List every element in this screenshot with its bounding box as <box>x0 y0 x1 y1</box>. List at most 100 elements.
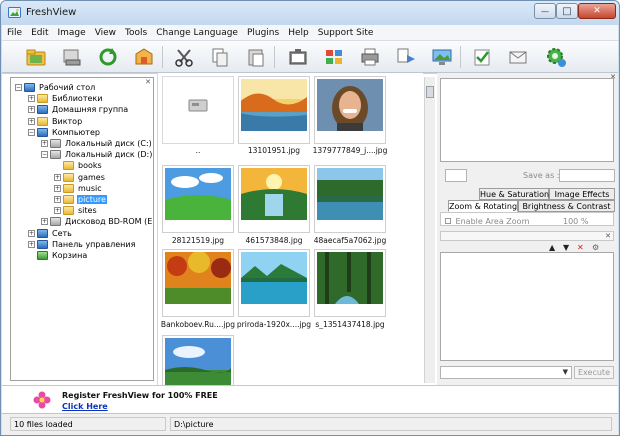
tree-node-label: games <box>78 172 105 182</box>
move-down-icon[interactable]: ▼ <box>563 243 569 252</box>
scanner-button[interactable] <box>58 44 85 70</box>
tree-node[interactable]: − Компьютер <box>28 127 101 138</box>
folder-icon <box>37 116 48 126</box>
tree-node-label: Сеть <box>52 228 72 238</box>
tab-image-effects[interactable]: Image Effects <box>549 188 615 200</box>
scrollbar-thumb[interactable] <box>426 86 434 98</box>
system-folder-icon <box>24 83 35 92</box>
menu-file[interactable]: File <box>7 25 22 41</box>
edit-panel: ✕ Save as : Hue & Saturation Image Effec… <box>437 73 618 385</box>
thumbnail[interactable] <box>162 335 234 385</box>
size-input[interactable] <box>445 169 467 182</box>
expand-icon[interactable]: + <box>54 207 61 215</box>
title-bar[interactable]: FreshView — □ ✕ <box>1 1 619 25</box>
thumbnail[interactable] <box>238 76 310 144</box>
thumbnail[interactable] <box>314 165 386 233</box>
tree-node[interactable]: + picture <box>54 194 107 205</box>
thumbnails-button[interactable] <box>320 44 347 70</box>
script-select[interactable]: ▼ <box>440 366 572 379</box>
expand-icon[interactable]: + <box>28 240 35 248</box>
collapse-icon[interactable]: − <box>41 151 48 159</box>
folder-tree[interactable]: ✕ − Рабочий стол + Библиотеки + Домашняя груп… <box>10 77 154 381</box>
expand-icon[interactable]: + <box>54 184 61 192</box>
expand-icon[interactable]: + <box>28 95 35 103</box>
menu-edit[interactable]: Edit <box>31 25 48 41</box>
thumbnail-grid[interactable]: .. 13101951.jpg 1379777849_j....jpg 2812151… <box>157 73 423 385</box>
tree-node[interactable]: − Локальный диск (D:) <box>41 149 153 160</box>
expand-icon[interactable]: + <box>54 196 61 203</box>
wallpaper-button[interactable] <box>428 44 455 70</box>
layers-list[interactable] <box>440 252 614 361</box>
collapse-icon[interactable]: − <box>28 128 35 136</box>
thumbnail[interactable] <box>314 76 386 144</box>
check-button[interactable] <box>468 44 495 70</box>
tree-node[interactable]: Корзина <box>28 250 88 261</box>
minimize-button[interactable]: — <box>534 3 556 19</box>
tree-node[interactable]: + Библиотеки <box>28 93 103 104</box>
tree-node[interactable]: + Домашняя группа <box>28 104 129 115</box>
zoom-value[interactable]: 100 % <box>563 217 588 225</box>
tree-node[interactable]: books <box>54 160 103 171</box>
execute-button[interactable]: Execute <box>574 366 614 379</box>
thumbnail[interactable] <box>162 165 234 233</box>
save-as-input[interactable] <box>559 169 615 182</box>
print-button[interactable] <box>356 44 383 70</box>
minimize-icon: — <box>541 6 549 16</box>
layers-close-icon[interactable]: ✕ <box>605 232 611 240</box>
expand-icon[interactable]: + <box>28 117 35 125</box>
preview-box <box>440 78 614 162</box>
system-folder-icon <box>37 239 48 249</box>
expand-icon[interactable]: + <box>54 173 61 181</box>
send-mail-button[interactable] <box>504 44 531 70</box>
thumbnail[interactable] <box>314 249 386 317</box>
menu-support-site[interactable]: Support Site <box>318 25 374 41</box>
register-link[interactable]: Click Here <box>62 402 108 411</box>
tab-hue-saturation[interactable]: Hue & Saturation <box>479 188 549 200</box>
plugins-gear-button[interactable] <box>542 44 569 70</box>
move-up-icon[interactable]: ▲ <box>549 243 555 252</box>
explorer-button[interactable] <box>130 44 157 70</box>
tree-node[interactable]: + Локальный диск (C:) <box>41 138 153 149</box>
thumbnail-scrollbar[interactable] <box>424 77 435 383</box>
menu-tools[interactable]: Tools <box>125 25 147 41</box>
tree-node[interactable]: + sites <box>54 205 98 216</box>
tree-node[interactable]: + Виктор <box>28 116 83 127</box>
maximize-button[interactable]: □ <box>556 3 578 19</box>
settings-icon[interactable]: ⚙ <box>592 243 599 252</box>
zoom-options: Enable Area Zoom 100 % <box>440 212 614 226</box>
thumbnail[interactable] <box>238 249 310 317</box>
layers-header: ✕ <box>440 231 614 241</box>
menu-view[interactable]: View <box>95 25 116 41</box>
menu-change-language[interactable]: Change Language <box>156 25 238 41</box>
thumbnail[interactable] <box>162 76 234 144</box>
menu-help[interactable]: Help <box>288 25 309 41</box>
thumbnail[interactable] <box>162 249 234 317</box>
tree-node[interactable]: + Сеть <box>28 228 73 239</box>
expand-icon[interactable]: + <box>41 140 48 147</box>
tree-node[interactable]: − Рабочий стол <box>15 82 96 93</box>
expand-icon[interactable]: + <box>28 229 35 237</box>
tab-zoom-rotating[interactable]: Zoom & Rotating <box>448 200 518 212</box>
expand-icon[interactable]: + <box>41 218 48 226</box>
open-folder-button[interactable] <box>22 44 49 70</box>
tree-node[interactable]: + games <box>54 172 106 183</box>
tree-node[interactable]: + Дисковод BD-ROM (E:) <box>41 216 153 227</box>
tab-brightness-contrast[interactable]: Brightness & Contrast <box>518 200 615 212</box>
collapse-icon[interactable]: − <box>15 84 22 91</box>
cut-button[interactable] <box>170 44 197 70</box>
enable-area-zoom-checkbox[interactable] <box>445 218 451 224</box>
tree-node[interactable]: + music <box>54 183 103 194</box>
convert-button[interactable] <box>392 44 419 70</box>
thumbnail[interactable] <box>238 165 310 233</box>
menu-plugins[interactable]: Plugins <box>247 25 279 41</box>
paste-button[interactable] <box>242 44 269 70</box>
close-button[interactable]: ✕ <box>578 3 616 19</box>
refresh-button[interactable] <box>94 44 121 70</box>
tree-node[interactable]: + Панель управления <box>28 239 136 250</box>
copy-button[interactable] <box>206 44 233 70</box>
menu-image[interactable]: Image <box>58 25 86 41</box>
expand-icon[interactable]: + <box>28 106 35 114</box>
slideshow-button[interactable] <box>284 44 311 70</box>
delete-icon[interactable]: ✕ <box>577 243 584 252</box>
tree-close-icon[interactable]: ✕ <box>145 78 151 86</box>
